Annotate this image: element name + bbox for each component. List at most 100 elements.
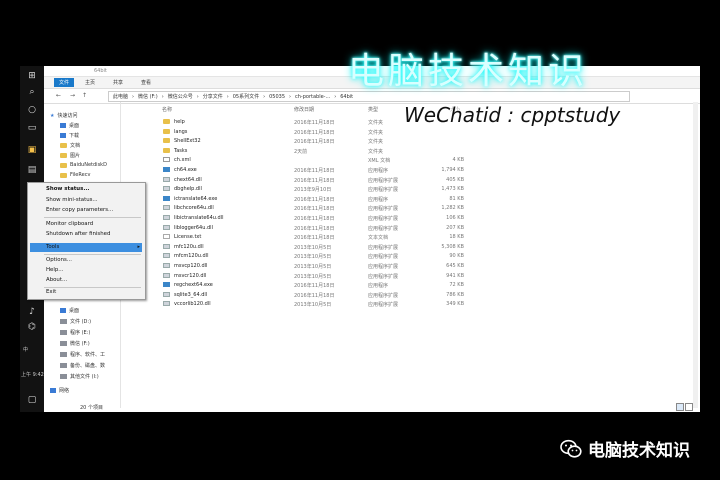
forward-icon[interactable]: → (70, 92, 75, 99)
nav-documents[interactable]: 文档 (60, 142, 80, 149)
column-type[interactable]: 类型 (368, 106, 378, 113)
nav-baidunetdisk[interactable]: BaiduNetdiskD (60, 162, 107, 168)
notification-icon[interactable]: ▢ (26, 394, 38, 406)
ime-indicator[interactable]: 中 (23, 346, 28, 353)
menu-separator (44, 217, 141, 218)
quick-access[interactable]: ★ 快速访问 (50, 112, 78, 120)
nav-downloads[interactable]: 下载 (60, 132, 79, 139)
file-row[interactable]: Tasks 2天前 文件夹 (162, 147, 602, 155)
file-row[interactable]: License.txt 2016年11月18日 文本文档 18 KB (162, 233, 602, 241)
nav-desktop[interactable]: 桌面 (60, 122, 79, 129)
start-icon[interactable]: ⊞ (26, 70, 38, 82)
file-name: langs (174, 128, 188, 135)
file-name: sqlite3_64.dll (174, 291, 208, 298)
file-row[interactable]: chext64.dll 2016年11月18日 应用程序扩展 405 KB (162, 176, 602, 184)
file-name: help (174, 119, 185, 125)
file-name: ShellExt32 (174, 138, 201, 145)
back-icon[interactable]: ← (56, 92, 61, 99)
nav-drive-g[interactable]: 程序、软件、工 (60, 351, 105, 358)
file-size: 72 KB (449, 282, 464, 289)
nav-drive-f[interactable]: 微信 (F:) (60, 340, 90, 347)
menu-shutdown-after-finished[interactable]: Shutdown after finished (46, 231, 110, 237)
nav-pictures[interactable]: 图片 (60, 152, 80, 159)
breadcrumb-3[interactable]: 分享文件 (203, 93, 223, 100)
window-title: 64bit (94, 68, 107, 74)
file-row[interactable]: ch64.exe 2016年11月18日 应用程序 1,794 KB (162, 166, 602, 174)
file-row[interactable]: msvcr120.dll 2013年10月5日 应用程序扩展 941 KB (162, 272, 602, 280)
breadcrumb-0[interactable]: 此电脑 (113, 93, 128, 100)
file-row[interactable]: mfc120u.dll 2013年10月5日 应用程序扩展 5,308 KB (162, 243, 602, 251)
file-date: 2016年11月18日 (294, 235, 335, 242)
column-name[interactable]: 名称 (162, 106, 172, 113)
cortana-icon[interactable]: ○ (26, 104, 38, 116)
file-row[interactable]: ch.xml XML 文档 4 KB (162, 156, 602, 164)
file-size: 349 KB (446, 301, 464, 308)
explorer-taskbar-icon[interactable]: ▤ (26, 164, 38, 176)
file-name: msvcp120.dll (174, 263, 208, 269)
dll-icon (163, 253, 170, 259)
menu-about[interactable]: About... (46, 277, 67, 283)
menu-show-mini-status[interactable]: Show mini-status... (46, 197, 98, 203)
nav-drive-i[interactable]: 其他文件 (I:) (60, 373, 99, 380)
menu-options[interactable]: Options... (46, 257, 72, 263)
file-size: 5,308 KB (441, 243, 464, 250)
details-view-icon[interactable] (676, 403, 684, 411)
nav-drive-d[interactable]: 文件 (D:) (60, 318, 91, 325)
file-date: 2016年11月18日 (294, 196, 335, 203)
file-row[interactable]: sqlite3_64.dll 2016年11月18日 应用程序扩展 786 KB (162, 291, 602, 299)
breadcrumb-1[interactable]: 微信 (F:) (138, 93, 158, 100)
file-row[interactable]: mfcm120u.dll 2013年10月5日 应用程序扩展 90 KB (162, 252, 602, 260)
menu-exit[interactable]: Exit (46, 289, 56, 295)
file-size: 1,794 KB (441, 167, 464, 173)
file-row[interactable]: dbghelp.dll 2013年9月10日 应用程序扩展 1,473 KB (162, 185, 602, 193)
file-row[interactable]: ictranslate64.exe 2016年11月18日 应用程序 81 KB (162, 195, 602, 203)
nav-drive-desktop[interactable]: 桌面 (60, 307, 79, 314)
file-row[interactable]: msvcp120.dll 2013年10月5日 应用程序扩展 645 KB (162, 262, 602, 270)
menu-show-status[interactable]: Show status... (46, 186, 89, 192)
search-icon[interactable]: ⌕ (26, 86, 38, 98)
footer-brand-text: 电脑技术知识 (588, 441, 690, 461)
file-row[interactable]: langs 2016年11月18日 文件夹 (162, 128, 602, 136)
file-row[interactable]: liblogger64u.dll 2016年11月18日 应用程序扩展 207 KB (162, 224, 602, 232)
breadcrumb-4[interactable]: 05系列文件 (233, 93, 259, 100)
folder-icon (163, 119, 170, 124)
up-icon[interactable]: ↑ (82, 92, 87, 99)
large-icons-view-icon[interactable] (685, 403, 693, 411)
network-icon[interactable]: ⌬ (26, 321, 38, 333)
file-size: 786 KB (446, 291, 464, 298)
breadcrumb-7[interactable]: 64bit (340, 94, 353, 100)
breadcrumb-6[interactable]: ch-portable-... (295, 94, 330, 100)
dll-icon (163, 272, 170, 278)
tab-home[interactable]: 主页 (80, 78, 100, 87)
breadcrumb-5[interactable]: 05035 (269, 94, 285, 100)
file-date: 2016年11月18日 (294, 168, 335, 174)
file-type: 应用程序 (368, 196, 389, 203)
menu-monitor-clipboard[interactable]: Monitor clipboard (46, 221, 93, 227)
clock[interactable]: 上午 9:42 (21, 371, 44, 378)
nav-filerecv[interactable]: FileRecv (60, 172, 90, 178)
file-row[interactable]: ShellExt32 2016年11月18日 文件夹 (162, 137, 602, 145)
tab-view[interactable]: 查看 (136, 78, 156, 87)
file-row[interactable]: regchext64.exe 2016年11月18日 应用程序 72 KB (162, 281, 602, 289)
column-date[interactable]: 修改日期 (294, 106, 314, 113)
file-name: dbghelp.dll (174, 186, 202, 193)
file-row[interactable]: vccorlib120.dll 2013年10月5日 应用程序扩展 349 KB (162, 300, 602, 308)
vertical-scrollbar[interactable] (693, 102, 698, 408)
menu-tools[interactable]: Tools (46, 244, 59, 250)
file-row[interactable]: libictranslate64u.dll 2016年11月18日 应用程序扩展 10… (162, 214, 602, 222)
menu-help[interactable]: Help... (46, 267, 63, 273)
nav-network[interactable]: 网络 (50, 387, 69, 394)
nav-drive-h[interactable]: 备份、磁盘、数 (60, 362, 105, 369)
menu-enter-copy-parameters[interactable]: Enter copy parameters... (46, 207, 113, 213)
task-view-icon[interactable]: ▭ (26, 122, 38, 134)
volume-icon[interactable]: ♪ (26, 306, 38, 318)
file-date: 2天前 (294, 148, 308, 155)
file-type: 应用程序扩展 (368, 187, 399, 194)
file-name: chext64.dll (174, 176, 202, 183)
tab-file[interactable]: 文件 (54, 78, 75, 87)
file-row[interactable]: libchcore64u.dll 2016年11月18日 应用程序扩展 1,282 K… (162, 204, 602, 212)
breadcrumb-2[interactable]: 微信公众号 (168, 93, 193, 100)
app-icon[interactable]: ▣ (26, 144, 38, 156)
nav-drive-e[interactable]: 程序 (E:) (60, 329, 90, 336)
tab-share[interactable]: 共享 (108, 78, 128, 87)
